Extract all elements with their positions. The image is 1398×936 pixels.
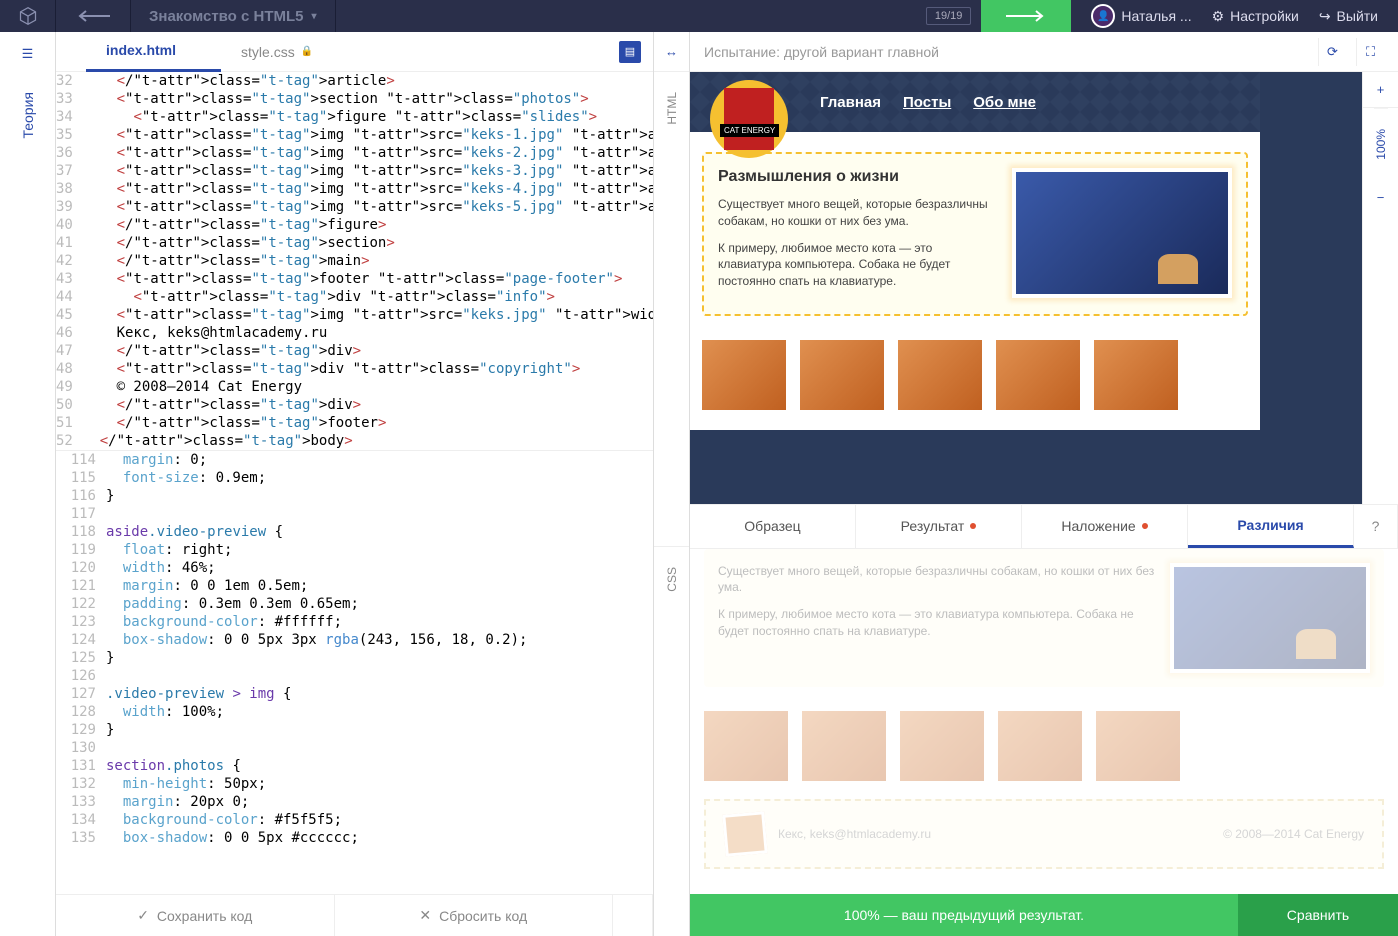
academy-logo[interactable] (0, 0, 56, 32)
preview-render: CAT ENERGY Главная Посты Обо мне Размышл… (690, 72, 1362, 504)
refresh-button[interactable]: ⟳ (1318, 38, 1346, 66)
hero-block: Размышления о жизни Существует много вещ… (702, 152, 1248, 316)
tab-sample[interactable]: Образец (690, 505, 856, 548)
help-button[interactable]: ? (1354, 505, 1398, 548)
logout-icon: ↪ (1319, 8, 1331, 25)
splitter: ↔ HTML CSS (654, 32, 690, 936)
css-label: CSS (665, 567, 679, 592)
resize-handle[interactable]: ↔ (654, 32, 689, 72)
gear-icon: ⚙ (1212, 8, 1225, 25)
nav-home[interactable]: Главная (820, 94, 881, 111)
compare-button[interactable]: Сравнить (1238, 894, 1398, 936)
lesson-title[interactable]: Знакомство с HTML5 ▾ (131, 0, 336, 32)
footer-text: Кекс, keks@htmlacademy.ru (778, 827, 931, 841)
compare-tabs: Образец Результат Наложение Различия ? (690, 505, 1398, 549)
zoom-out-button[interactable]: − (1363, 180, 1398, 216)
hero-title: Размышления о жизни (718, 168, 998, 186)
zoom-rail: + 100% − (1362, 72, 1398, 504)
view-toggle[interactable]: ▤ (619, 41, 641, 63)
code-pane[interactable]: 32 33 34 35 36 37 38 39 40 41 42 43 44 4… (56, 72, 653, 894)
tab-diff[interactable]: Различия (1188, 505, 1354, 548)
theory-rail: ☰ Теория (0, 32, 56, 936)
settings-link[interactable]: ⚙ Настройки (1212, 8, 1299, 25)
diff-hero-image (1170, 563, 1370, 673)
thumb-3 (898, 340, 982, 410)
diff-thumb (998, 711, 1082, 781)
thumb-2 (800, 340, 884, 410)
tab-result[interactable]: Результат (856, 505, 1022, 548)
diff-thumb (1096, 711, 1180, 781)
html-label: HTML (665, 92, 679, 125)
user-menu[interactable]: 👤 Наталья ... (1091, 4, 1191, 28)
result-score: 100% — ваш предыдущий результат. (690, 894, 1238, 936)
topbar: Знакомство с HTML5 ▾ 19/19 👤 Наталья ...… (0, 0, 1398, 32)
editor: index.html style.css🔒 ▤ 32 33 34 35 36 3… (56, 32, 654, 936)
preview-title: Испытание: другой вариант главной (704, 44, 1308, 60)
editor-extra[interactable] (613, 895, 653, 936)
theory-label[interactable]: Теория (20, 92, 36, 139)
step-counter: 19/19 (926, 7, 972, 25)
dot-icon (970, 523, 976, 529)
back-button[interactable] (56, 0, 131, 32)
hero-p2: К примеру, любимое место кота — это клав… (718, 240, 998, 290)
editor-footer: ✓ Сохранить код ✕ Сбросить код (56, 894, 653, 936)
lock-icon: 🔒 (301, 46, 313, 57)
preview-header: Испытание: другой вариант главной ⟳ ⛶ (690, 32, 1398, 72)
check-icon: ✓ (137, 907, 149, 924)
reset-code-button[interactable]: ✕ Сбросить код (335, 895, 614, 936)
file-tabs: index.html style.css🔒 ▤ (56, 32, 653, 72)
hero-image (1012, 168, 1232, 298)
diff-footer: Кекс, keks@htmlacademy.ru © 2008—2014 Ca… (704, 799, 1384, 869)
compare-body: Существует много вещей, которые безразли… (690, 549, 1398, 895)
avatar: 👤 (1091, 4, 1115, 28)
footer-copyright: © 2008—2014 Cat Energy (1223, 827, 1364, 841)
hero-p1: Существует много вещей, которые безразли… (718, 196, 998, 230)
dot-icon (1142, 523, 1148, 529)
diff-thumb (900, 711, 984, 781)
footer-avatar (722, 811, 768, 857)
tab-overlay[interactable]: Наложение (1022, 505, 1188, 548)
thumb-1 (702, 340, 786, 410)
diff-thumb (704, 711, 788, 781)
save-code-button[interactable]: ✓ Сохранить код (56, 895, 335, 936)
zoom-level: 100% (1374, 108, 1388, 180)
preview-column: Испытание: другой вариант главной ⟳ ⛶ CA… (690, 32, 1398, 936)
diff-p1: Существует много вещей, которые безразли… (718, 563, 1156, 597)
result-bar: 100% — ваш предыдущий результат. Сравнит… (690, 894, 1398, 936)
nav-posts[interactable]: Посты (903, 94, 951, 111)
fullscreen-button[interactable]: ⛶ (1356, 38, 1384, 66)
logout-link[interactable]: ↪ Выйти (1319, 8, 1378, 25)
thumb-5 (1094, 340, 1178, 410)
tab-index-html[interactable]: index.html (86, 32, 221, 72)
diff-thumb (802, 711, 886, 781)
tab-style-css[interactable]: style.css🔒 (221, 32, 358, 72)
nav-about[interactable]: Обо мне (973, 94, 1036, 111)
menu-icon[interactable]: ☰ (22, 46, 34, 62)
site-logo[interactable]: CAT ENERGY (710, 80, 788, 158)
thumb-4 (996, 340, 1080, 410)
diff-p2: К примеру, любимое место кота — это клав… (718, 606, 1156, 640)
chevron-down-icon: ▾ (312, 11, 317, 22)
zoom-in-button[interactable]: + (1363, 72, 1398, 108)
forward-button[interactable] (981, 0, 1071, 32)
close-icon: ✕ (419, 907, 431, 924)
photo-thumbs (702, 340, 1248, 410)
